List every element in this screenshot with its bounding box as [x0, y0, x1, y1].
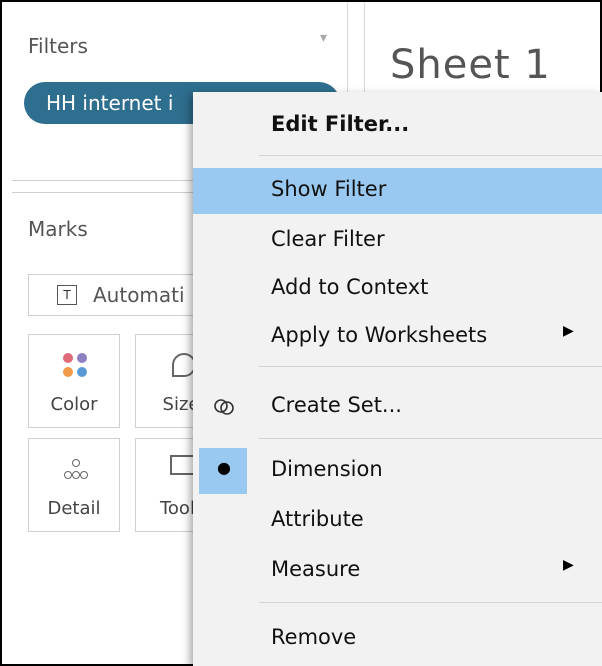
menu-separator — [259, 366, 602, 367]
menu-item-label: Clear Filter — [271, 227, 385, 251]
menu-item-label: Apply to Worksheets — [271, 323, 488, 347]
menu-item-measure[interactable]: Measure ▶ — [193, 548, 602, 594]
filters-title: Filters — [28, 34, 88, 58]
menu-item-label: Show Filter — [271, 177, 387, 201]
menu-item-label: Remove — [271, 625, 357, 649]
menu-item-label: Attribute — [271, 507, 364, 531]
menu-item-attribute[interactable]: Attribute — [193, 498, 602, 544]
menu-separator — [259, 155, 602, 156]
detail-dots-icon — [63, 457, 88, 481]
menu-item-add-to-context[interactable]: Add to Context — [193, 266, 602, 312]
menu-item-label: Measure — [271, 557, 361, 581]
context-menu: Edit Filter... Show Filter Clear Filter … — [193, 92, 602, 666]
menu-item-dimension[interactable]: ● Dimension — [193, 448, 602, 494]
bullet-icon: ● — [217, 458, 231, 477]
submenu-arrow-icon: ▶ — [563, 323, 574, 339]
color-dots-icon — [63, 353, 87, 377]
menu-item-show-filter[interactable]: Show Filter — [193, 168, 602, 214]
submenu-arrow-icon: ▶ — [563, 557, 574, 573]
menu-item-create-set[interactable]: Create Set... — [193, 384, 602, 430]
menu-item-remove[interactable]: Remove — [193, 616, 602, 662]
chevron-down-icon[interactable]: ▾ — [320, 30, 327, 46]
color-tile[interactable]: Color — [28, 334, 120, 428]
tile-label: Color — [50, 394, 98, 415]
detail-tile[interactable]: Detail — [28, 438, 120, 532]
tile-label: Detail — [47, 498, 101, 519]
menu-item-clear-filter[interactable]: Clear Filter — [193, 218, 602, 264]
text-mark-icon: T — [57, 285, 77, 305]
menu-item-apply-to-worksheets[interactable]: Apply to Worksheets ▶ — [193, 314, 602, 360]
menu-item-label: Edit Filter... — [271, 112, 410, 136]
menu-separator — [259, 602, 602, 603]
marks-title: Marks — [28, 217, 88, 241]
menu-item-label: Dimension — [271, 457, 383, 481]
mark-type-label: Automati — [93, 283, 185, 307]
create-set-icon — [213, 396, 235, 418]
sheet-title: Sheet 1 — [390, 42, 551, 88]
menu-item-edit-filter[interactable]: Edit Filter... — [193, 103, 602, 149]
menu-separator — [259, 438, 602, 439]
menu-item-label: Create Set... — [271, 393, 402, 417]
menu-item-label: Add to Context — [271, 275, 429, 299]
